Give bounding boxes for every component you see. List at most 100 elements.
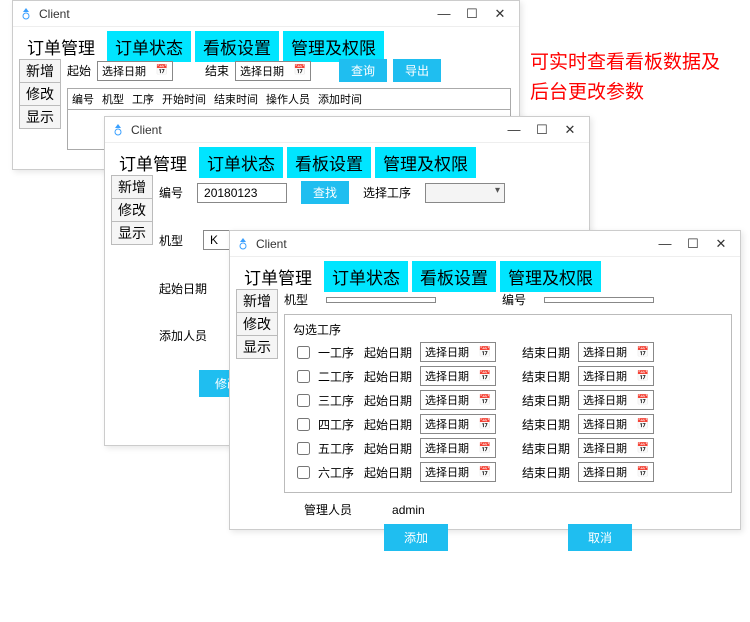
export-button[interactable]: 导出	[393, 59, 441, 82]
start-date-input[interactable]: 选择日期📅	[420, 390, 496, 410]
date-placeholder: 选择日期	[583, 344, 627, 360]
model-label: 机型	[159, 232, 183, 249]
tab-order-manage[interactable]: 订单管理	[19, 31, 103, 62]
sidebar: 新增 修改 显示	[111, 175, 153, 245]
tab-admin-permissions[interactable]: 管理及权限	[500, 261, 601, 292]
id-label: 编号	[502, 291, 526, 308]
fieldset-label: 勾选工序	[293, 321, 723, 338]
maximize-button[interactable]: ☐	[686, 236, 700, 252]
end-date-input[interactable]: 选择日期 📅	[578, 366, 654, 386]
start-date-input[interactable]: 选择日期📅	[420, 414, 496, 434]
col-end: 结束时间	[214, 91, 258, 107]
close-button[interactable]: ✕	[493, 6, 507, 22]
process-label: 选择工序	[363, 184, 411, 201]
date-placeholder: 选择日期	[240, 63, 284, 79]
tab-bar: 订单管理 订单状态 看板设置 管理及权限	[230, 257, 740, 292]
tab-order-status[interactable]: 订单状态	[107, 31, 191, 62]
app-icon	[19, 7, 33, 21]
process-name: 三工序	[318, 392, 358, 409]
process-name: 四工序	[318, 416, 358, 433]
process-checkbox[interactable]	[297, 394, 310, 407]
start-date-input[interactable]: 选择日期📅	[420, 438, 496, 458]
people-label: 添加人员	[159, 327, 207, 344]
process-row: 三工序起始日期选择日期📅结束日期选择日期📅	[293, 390, 723, 410]
sidebar-show[interactable]: 显示	[111, 221, 153, 245]
calendar-icon: 📅	[637, 347, 649, 358]
model-input[interactable]	[326, 297, 436, 303]
process-checkbox[interactable]	[297, 442, 310, 455]
end-date-input[interactable]: 选择日期📅	[578, 390, 654, 410]
tab-admin-permissions[interactable]: 管理及权限	[375, 147, 476, 178]
sidebar: 新增 修改 显示	[236, 289, 278, 359]
start-date-label: 起始日期	[364, 392, 414, 409]
tab-kanban-settings[interactable]: 看板设置	[287, 147, 371, 178]
calendar-icon: 📅	[637, 371, 649, 382]
end-date-input[interactable]: 选择日期 📅	[578, 438, 654, 458]
tab-kanban-settings[interactable]: 看板设置	[412, 261, 496, 292]
admin-label: 管理人员	[304, 501, 352, 518]
start-date-label: 起始日期	[364, 464, 414, 481]
sidebar-add[interactable]: 新增	[111, 175, 153, 199]
process-checkbox[interactable]	[297, 370, 310, 383]
sidebar-add[interactable]: 新增	[236, 289, 278, 313]
calendar-icon: 📅	[637, 443, 649, 454]
process-fieldset: 勾选工序 一工序起始日期选择日期📅结束日期选择日期📅二工序起始日期选择日期📅结束…	[284, 314, 732, 493]
titlebar: Client — ☐ ✕	[105, 117, 589, 143]
close-button[interactable]: ✕	[563, 122, 577, 138]
calendar-icon: 📅	[294, 65, 306, 76]
cancel-button[interactable]: 取消	[568, 524, 632, 551]
process-checkbox[interactable]	[297, 346, 310, 359]
id-input[interactable]	[544, 297, 654, 303]
maximize-button[interactable]: ☐	[465, 6, 479, 22]
process-row: 五工序起始日期选择日期📅结束日期选择日期📅	[293, 438, 723, 458]
tab-admin-permissions[interactable]: 管理及权限	[283, 31, 384, 62]
window-title: Client	[39, 7, 70, 21]
start-date-input[interactable]: 选择日期📅	[420, 342, 496, 362]
search-button[interactable]: 查询	[339, 59, 387, 82]
start-date-input[interactable]: 选择日期📅	[420, 462, 496, 482]
calendar-icon: 📅	[479, 443, 491, 454]
sidebar-edit[interactable]: 修改	[236, 312, 278, 336]
sidebar-show[interactable]: 显示	[236, 335, 278, 359]
date-placeholder: 选择日期	[425, 344, 469, 360]
close-button[interactable]: ✕	[714, 236, 728, 252]
col-id: 编号	[72, 91, 94, 107]
process-dropdown[interactable]	[425, 183, 505, 203]
maximize-button[interactable]: ☐	[535, 122, 549, 138]
end-date-input[interactable]: 选择日期 📅	[235, 61, 311, 81]
start-date-input[interactable]: 选择日期 📅	[97, 61, 173, 81]
end-date-input[interactable]: 选择日期📅	[578, 462, 654, 482]
annotation-text: 可实时查看看板数据及后台更改参数	[530, 48, 730, 109]
sidebar-edit[interactable]: 修改	[19, 82, 61, 106]
calendar-icon: 📅	[637, 467, 649, 478]
tab-kanban-settings[interactable]: 看板设置	[195, 31, 279, 62]
tab-order-manage[interactable]: 订单管理	[236, 261, 320, 292]
process-row: 四工序起始日期选择日期📅结束日期选择日期📅	[293, 414, 723, 434]
date-placeholder: 选择日期	[583, 392, 627, 408]
add-button[interactable]: 添加	[384, 524, 448, 551]
col-start: 开始时间	[162, 91, 206, 107]
tab-order-status[interactable]: 订单状态	[199, 147, 283, 178]
start-date-label: 起始日期	[364, 416, 414, 433]
process-checkbox[interactable]	[297, 418, 310, 431]
minimize-button[interactable]: —	[507, 122, 521, 138]
sidebar: 新增 修改 显示	[19, 59, 61, 129]
date-placeholder: 选择日期	[102, 63, 146, 79]
minimize-button[interactable]: —	[437, 6, 451, 22]
tab-order-manage[interactable]: 订单管理	[111, 147, 195, 178]
sidebar-edit[interactable]: 修改	[111, 198, 153, 222]
sidebar-add[interactable]: 新增	[19, 59, 61, 83]
sidebar-show[interactable]: 显示	[19, 105, 61, 129]
find-button[interactable]: 查找	[301, 181, 349, 204]
minimize-button[interactable]: —	[658, 236, 672, 252]
col-proc: 工序	[132, 91, 154, 107]
end-date-label: 结束日期	[522, 344, 572, 361]
end-date-input[interactable]: 选择日期 📅	[578, 342, 654, 362]
process-checkbox[interactable]	[297, 466, 310, 479]
end-date-input[interactable]: 选择日期📅	[578, 414, 654, 434]
tab-order-status[interactable]: 订单状态	[324, 261, 408, 292]
start-date-input[interactable]: 选择日期📅	[420, 366, 496, 386]
id-input[interactable]: 20180123	[197, 183, 287, 203]
date-placeholder: 选择日期	[583, 368, 627, 384]
date-placeholder: 选择日期	[583, 440, 627, 456]
